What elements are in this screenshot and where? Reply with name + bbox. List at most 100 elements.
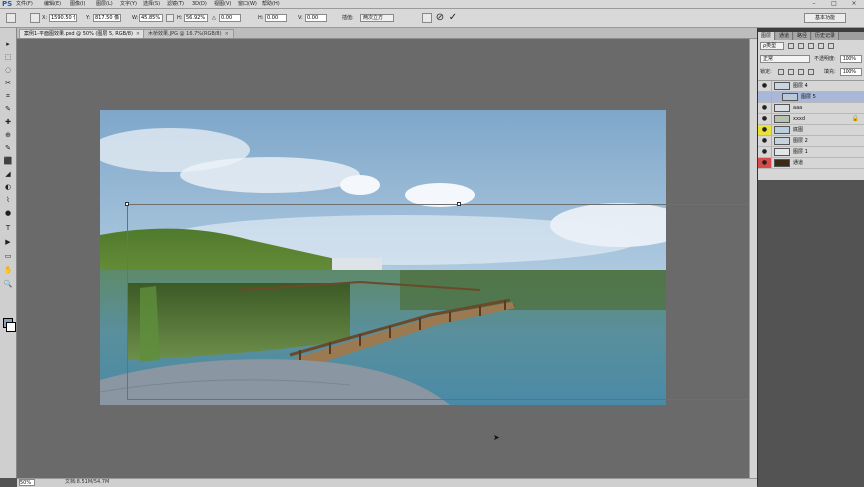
filter-pixel-icon[interactable] <box>788 43 794 49</box>
v-skew-field[interactable] <box>305 14 327 22</box>
move-tool-preset-icon[interactable] <box>6 13 16 23</box>
type-tool-icon[interactable]: T <box>3 224 13 233</box>
layer-row[interactable]: ● 图层 4 <box>758 81 864 92</box>
blend-mode-select[interactable]: 正常 <box>760 55 810 63</box>
lock-transparency-icon[interactable] <box>778 69 784 75</box>
canvas-workspace[interactable]: ➤ <box>17 39 751 478</box>
filter-shape-icon[interactable] <box>818 43 824 49</box>
menu-image[interactable]: 图像(I) <box>70 0 85 8</box>
x-field[interactable] <box>49 14 77 22</box>
menu-view[interactable]: 视图(V) <box>214 0 231 8</box>
y-field[interactable] <box>93 14 121 22</box>
pen-tool-icon[interactable]: ⌇ <box>3 196 13 205</box>
layer-row[interactable]: ● aaa <box>758 103 864 114</box>
quick-select-tool-icon[interactable]: ✂ <box>3 79 13 88</box>
transform-handle-top-left[interactable] <box>125 202 129 206</box>
filter-adjust-icon[interactable] <box>798 43 804 49</box>
cancel-transform-icon[interactable]: ⊘ <box>434 12 446 24</box>
layer-row[interactable]: ● 图层 2 <box>758 136 864 147</box>
v-skew-label: V: <box>298 15 303 21</box>
tab-channels[interactable]: 通道 <box>776 32 794 40</box>
vertical-scrollbar[interactable] <box>749 39 757 478</box>
maximize-button[interactable]: □ <box>824 0 844 8</box>
healing-tool-icon[interactable]: ✚ <box>3 118 13 127</box>
eyedropper-tool-icon[interactable]: ✎ <box>3 105 13 114</box>
opacity-field[interactable] <box>840 55 862 63</box>
free-transform-bounding-box[interactable] <box>125 202 751 400</box>
layers-panel: ρ类型 正常 不透明度: 锁定: 填充: ● 图层 4 图层 5 ● aaa ● xxxd 🔒… <box>758 40 864 181</box>
interpolation-label: 插值: <box>342 15 354 21</box>
visibility-eye-icon[interactable]: ● <box>758 81 772 91</box>
commit-transform-icon[interactable]: ✓ <box>447 12 459 24</box>
menu-file[interactable]: 文件(F) <box>16 0 33 8</box>
layer-row[interactable]: 图层 5 <box>758 92 864 103</box>
path-select-tool-icon[interactable]: ▶ <box>3 238 13 247</box>
visibility-eye-icon[interactable]: ● <box>758 103 772 113</box>
stamp-tool-icon[interactable]: ✎ <box>3 144 13 153</box>
visibility-eye-icon[interactable]: ● <box>758 136 772 146</box>
reference-point-icon[interactable] <box>30 13 40 23</box>
brush-tool-icon[interactable]: ⊕ <box>3 131 13 140</box>
menu-bar: PS 文件(F) 编辑(E) 图像(I) 图层(L) 文字(Y) 选择(S) 滤… <box>0 0 864 9</box>
menu-type[interactable]: 文字(Y) <box>120 0 137 8</box>
close-window-button[interactable]: × <box>844 0 864 8</box>
layer-row[interactable]: ● 图层 1 <box>758 147 864 158</box>
tab-layers[interactable]: 图层 <box>758 32 776 40</box>
fill-label: 填充: <box>824 69 836 75</box>
shape-tool-icon[interactable]: ▭ <box>3 252 13 261</box>
close-tab-icon[interactable]: × <box>136 31 140 37</box>
layer-row[interactable]: ● 通道 <box>758 158 864 169</box>
background-color-swatch[interactable] <box>6 322 16 332</box>
doc-tab-active[interactable]: 案例1-平面图效果.psd @ 50% (图层 5, RGB/8) × <box>19 29 146 38</box>
lock-position-icon[interactable] <box>798 69 804 75</box>
layer-thumbnail <box>774 148 790 156</box>
filter-type-icon[interactable] <box>808 43 814 49</box>
warp-mode-icon[interactable] <box>422 13 432 23</box>
visibility-eye-icon[interactable]: ● <box>758 147 772 157</box>
lock-pixels-icon[interactable] <box>788 69 794 75</box>
visibility-eye-icon[interactable]: ● <box>758 158 772 168</box>
lock-all-icon[interactable] <box>808 69 814 75</box>
menu-help[interactable]: 帮助(H) <box>262 0 280 8</box>
marquee-tool-icon[interactable]: ⬚ <box>3 53 13 62</box>
zoom-tool-icon[interactable]: 🔍 <box>3 280 13 289</box>
layer-row[interactable]: ● xxxd 🔒 <box>758 114 864 125</box>
doc-tab-inactive[interactable]: 木桥效果.JPG @ 16.7%(RGB/8) × <box>143 29 234 38</box>
interpolation-select[interactable]: 两次立方 <box>360 14 394 22</box>
visibility-eye-icon[interactable]: ● <box>758 114 772 124</box>
minimize-button[interactable]: – <box>804 0 824 8</box>
menu-window[interactable]: 窗口(W) <box>238 0 257 8</box>
menu-layer[interactable]: 图层(L) <box>96 0 113 8</box>
filter-smart-icon[interactable] <box>828 43 834 49</box>
gradient-tool-icon[interactable]: ◢ <box>3 170 13 179</box>
width-field[interactable] <box>139 14 163 22</box>
panel-empty-area <box>758 180 864 486</box>
menu-filter[interactable]: 滤镜(T) <box>167 0 184 8</box>
layer-filter-select[interactable]: ρ类型 <box>760 42 784 50</box>
menu-select[interactable]: 选择(S) <box>143 0 160 8</box>
dodge-tool-icon[interactable]: ◐ <box>3 183 13 192</box>
h-skew-field[interactable] <box>265 14 287 22</box>
menu-3d[interactable]: 3D(D) <box>192 0 207 8</box>
zoom-readout[interactable]: 50% <box>19 479 35 486</box>
visibility-eye-icon[interactable]: ● <box>758 125 772 135</box>
link-ratio-icon[interactable] <box>166 14 174 22</box>
lasso-tool-icon[interactable]: ◌ <box>3 66 13 75</box>
fill-field[interactable] <box>840 68 862 76</box>
document-info[interactable]: 文档:8.51M/54.7M <box>65 479 109 486</box>
menu-edit[interactable]: 编辑(E) <box>44 0 61 8</box>
workspace-switcher[interactable]: 基本功能 <box>804 13 846 23</box>
hand-tool-icon[interactable]: ✋ <box>3 266 13 275</box>
eraser-tool-icon[interactable]: ⬛ <box>3 157 13 166</box>
tab-paths[interactable]: 路径 <box>794 32 812 40</box>
tab-history[interactable]: 历史记录 <box>812 32 840 40</box>
angle-field[interactable] <box>219 14 241 22</box>
crop-tool-icon[interactable]: ⌗ <box>3 92 13 101</box>
transform-handle-top-center[interactable] <box>457 202 461 206</box>
close-tab-icon[interactable]: × <box>225 31 229 37</box>
move-tool-icon[interactable]: ▸ <box>3 40 13 49</box>
blur-tool-icon[interactable]: ● <box>3 209 13 218</box>
visibility-eye-icon[interactable] <box>758 92 772 102</box>
layer-row[interactable]: ● 底图 <box>758 125 864 136</box>
height-field[interactable] <box>184 14 208 22</box>
